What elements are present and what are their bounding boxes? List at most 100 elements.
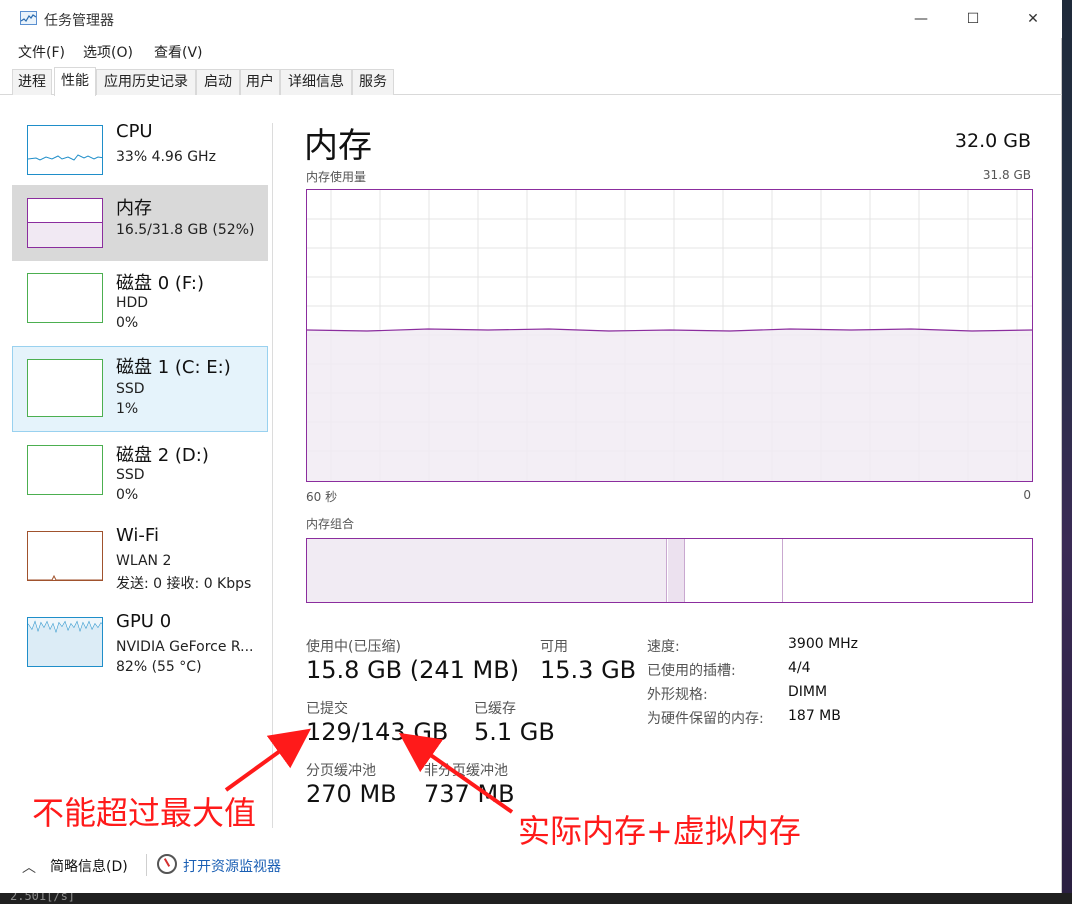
sidebar-item-detail: 16.5/31.8 GB (52%) (116, 222, 255, 238)
resource-monitor-icon (157, 854, 177, 874)
sidebar-item-detail: 0% (116, 487, 139, 503)
footer-bar: ︿ 简略信息(D) 打开资源监视器 (0, 848, 1062, 886)
task-manager-app-icon (20, 11, 37, 25)
sidebar-item-type: SSD (116, 467, 145, 483)
graph-axis-right: 0 (1023, 488, 1031, 502)
composition-in-use (307, 539, 667, 602)
sidebar-item-label: CPU (116, 121, 153, 142)
nonpaged-pool-value: 737 MB (424, 780, 515, 808)
memory-mini-fill (28, 222, 102, 247)
disk0-mini-graph (27, 273, 103, 323)
tab-bar: 进程 性能 应用历史记录 启动 用户 详细信息 服务 (0, 66, 1062, 96)
sidebar-item-type: HDD (116, 295, 149, 311)
page-title: 内存 (304, 126, 372, 166)
sidebar-item-detail: 发送: 0 接收: 0 Kbps (116, 576, 252, 592)
memory-usage-graph-svg (307, 190, 1032, 481)
sidebar-item-type: SSD (116, 381, 145, 397)
gpu-mini-graph (27, 617, 103, 667)
sidebar-item-disk2[interactable]: 磁盘 2 (D:) SSD 0% (12, 432, 268, 508)
form-factor-value: DIMM (788, 684, 828, 700)
available-label: 可用 (540, 639, 568, 655)
close-button[interactable]: ✕ (1010, 6, 1056, 32)
graph-axis-left: 60 秒 (306, 490, 338, 504)
sidebar-item-adapter: WLAN 2 (116, 553, 172, 569)
sidebar-item-cpu[interactable]: CPU 33% 4.96 GHz (12, 112, 268, 188)
nonpaged-pool-label: 非分页缓冲池 (424, 763, 508, 779)
sidebar-item-detail: 82% (55 °C) (116, 659, 202, 675)
committed-label: 已提交 (306, 701, 348, 717)
cached-label: 已缓存 (474, 701, 516, 717)
title-bar[interactable]: 任务管理器 — ☐ ✕ (0, 0, 1062, 38)
wifi-mini-graph (27, 531, 103, 581)
minimize-button[interactable]: — (898, 6, 944, 32)
tab-services[interactable]: 服务 (352, 69, 394, 95)
tab-details[interactable]: 详细信息 (280, 69, 352, 95)
annotation-arrow-left (224, 728, 311, 792)
disk2-mini-graph (27, 445, 103, 495)
total-memory: 32.0 GB (954, 130, 1031, 152)
sidebar-item-label: 磁盘 2 (D:) (116, 445, 209, 466)
desktop-background-bottom: 2.501[/s] (0, 889, 1072, 904)
performance-sidebar: CPU 33% 4.96 GHz 内存 16.5/31.8 GB (52%) 磁… (12, 108, 270, 688)
in-use-value: 15.8 GB (241 MB) (306, 656, 520, 684)
memory-usage-graph (306, 189, 1033, 482)
menu-options[interactable]: 选项(O) (83, 42, 133, 62)
paged-pool-label: 分页缓冲池 (306, 763, 376, 779)
annotation-right-text: 实际内存+虚拟内存 (518, 812, 801, 850)
sidebar-item-detail: 0% (116, 315, 139, 331)
cached-value: 5.1 GB (474, 718, 555, 746)
available-value: 15.3 GB (540, 656, 637, 684)
paged-pool-value: 270 MB (306, 780, 397, 808)
task-manager-window: 任务管理器 — ☐ ✕ 文件(F) 选项(O) 查看(V) 进程 性能 应用历史… (0, 0, 1062, 893)
sidebar-item-label: GPU 0 (116, 611, 172, 632)
composition-modified (668, 539, 685, 602)
window-title: 任务管理器 (44, 13, 114, 29)
disk1-mini-graph (27, 359, 103, 417)
sidebar-item-detail: 1% (116, 401, 139, 417)
composition-standby (685, 539, 783, 602)
footer-divider (146, 854, 147, 876)
sidebar-item-detail: 33% 4.96 GHz (116, 149, 216, 165)
annotation-left-text: 不能超过最大值 (32, 794, 257, 832)
composition-free (784, 539, 1032, 602)
menu-view[interactable]: 查看(V) (154, 42, 203, 62)
sidebar-item-gpu[interactable]: GPU 0 NVIDIA GeForce R... 82% (55 °C) (12, 604, 268, 680)
sidebar-item-label: 内存 (116, 198, 152, 219)
sidebar-item-wifi[interactable]: Wi-Fi WLAN 2 发送: 0 接收: 0 Kbps (12, 518, 268, 594)
tab-processes[interactable]: 进程 (12, 69, 52, 95)
committed-value: 129/143 GB (306, 718, 449, 746)
sidebar-item-disk1[interactable]: 磁盘 1 (C: E:) SSD 1% (12, 346, 268, 432)
maximize-button[interactable]: ☐ (950, 6, 996, 32)
tab-startup[interactable]: 启动 (196, 69, 240, 95)
chevron-up-icon[interactable]: ︿ (22, 857, 36, 877)
memory-mini-graph (27, 198, 103, 248)
cpu-mini-graph (27, 125, 103, 175)
slots-label: 已使用的插槽: (647, 663, 736, 679)
speed-label: 速度: (647, 639, 680, 655)
slots-value: 4/4 (788, 660, 811, 676)
sidebar-divider (272, 123, 273, 828)
usage-graph-label: 内存使用量 (306, 170, 367, 184)
tab-performance[interactable]: 性能 (54, 67, 96, 96)
menu-file[interactable]: 文件(F) (18, 42, 65, 62)
sidebar-item-disk0[interactable]: 磁盘 0 (F:) HDD 0% (12, 260, 268, 336)
hardware-reserved-label: 为硬件保留的内存: (647, 711, 764, 727)
composition-label: 内存组合 (306, 517, 355, 531)
desktop-background-strip (1062, 0, 1072, 904)
usage-graph-max: 31.8 GB (982, 168, 1031, 182)
fewer-details-button[interactable]: 简略信息(D) (50, 856, 128, 876)
tab-app-history[interactable]: 应用历史记录 (96, 69, 196, 95)
form-factor-label: 外形规格: (647, 687, 708, 703)
in-use-label: 使用中(已压缩) (306, 639, 401, 655)
sidebar-item-model: NVIDIA GeForce R... (116, 639, 254, 655)
sidebar-item-label: 磁盘 0 (F:) (116, 273, 204, 294)
sidebar-item-label: Wi-Fi (116, 525, 159, 546)
memory-composition-bar (306, 538, 1033, 603)
hardware-reserved-value: 187 MB (788, 708, 841, 724)
menu-bar: 文件(F) 选项(O) 查看(V) (0, 38, 1062, 64)
open-resource-monitor-link[interactable]: 打开资源监视器 (183, 856, 281, 876)
tab-users[interactable]: 用户 (240, 69, 280, 95)
memory-usage-area (307, 330, 1032, 481)
sidebar-item-memory[interactable]: 内存 16.5/31.8 GB (52%) (12, 185, 268, 261)
speed-value: 3900 MHz (788, 636, 859, 652)
